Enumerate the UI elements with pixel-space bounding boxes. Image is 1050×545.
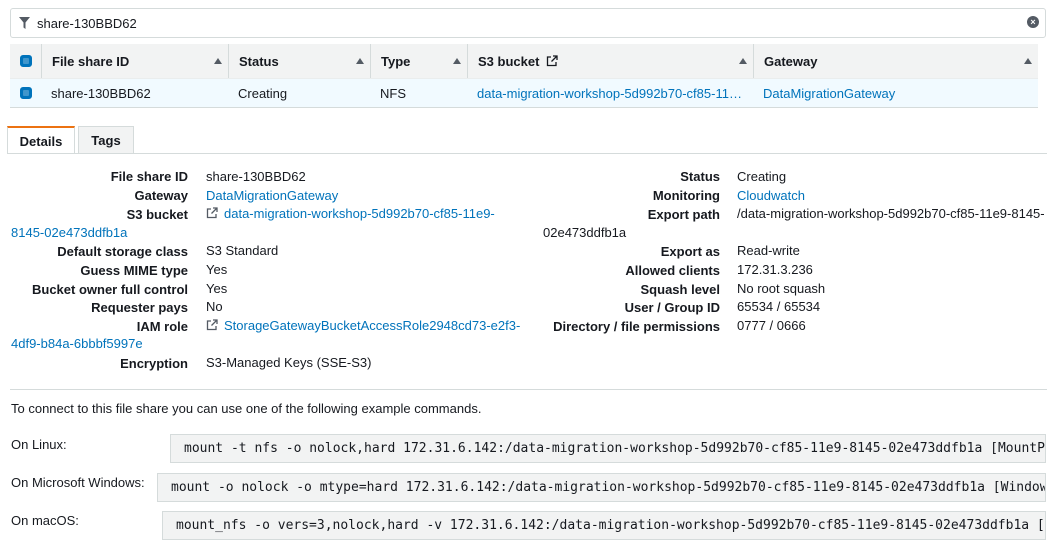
select-all-checkbox[interactable] [10, 44, 41, 78]
user-group-label: User / Group ID [624, 300, 720, 315]
table-header: File share ID Status Type S3 bucket Gate… [10, 44, 1038, 79]
cell-gateway-link[interactable]: DataMigrationGateway [763, 86, 895, 101]
iam-role-link[interactable]: StorageGatewayBucketAccessRole2948cd73-e… [224, 318, 520, 333]
column-header-gateway[interactable]: Gateway [753, 44, 1038, 78]
export-as-label: Export as [660, 244, 720, 259]
requester-pays-value: No [206, 299, 223, 314]
external-link-icon [547, 55, 559, 67]
cell-type: NFS [380, 85, 406, 101]
s3-bucket-link-continued[interactable]: 8145-02e473ddfb1a [11, 225, 127, 240]
cell-s3-bucket-link[interactable]: data-migration-workshop-5d992b70-cf85-11… [477, 86, 743, 101]
tab-divider [7, 153, 1047, 154]
status-value: Creating [737, 169, 787, 184]
encryption-value: S3-Managed Keys (SSE-S3) [206, 355, 372, 370]
permissions-label: Directory / file permissions [553, 319, 720, 334]
section-divider [10, 389, 1047, 390]
column-header-s3-bucket[interactable]: S3 bucket [467, 44, 753, 78]
file-share-id-value: share-130BBD62 [206, 169, 306, 184]
cell-status: Creating [238, 85, 288, 101]
export-path-label: Export path [647, 207, 720, 222]
sort-icon [739, 58, 747, 64]
tab-tags[interactable]: Tags [78, 126, 134, 153]
clear-filter-icon[interactable]: × [1027, 16, 1039, 28]
s3-bucket-link[interactable]: data-migration-workshop-5d992b70-cf85-11… [224, 206, 495, 221]
external-link-icon [206, 207, 218, 219]
sort-icon [356, 58, 364, 64]
sort-icon [1024, 58, 1032, 64]
guess-mime-value: Yes [206, 262, 228, 277]
status-label: Status [680, 169, 720, 184]
linux-command[interactable]: mount -t nfs -o nolock,hard 172.31.6.142… [170, 434, 1046, 463]
user-group-value: 65534 / 65534 [737, 299, 821, 314]
filter-input[interactable] [37, 13, 1017, 33]
sort-icon [453, 58, 461, 64]
storage-class-label: Default storage class [57, 244, 188, 259]
guess-mime-label: Guess MIME type [80, 263, 188, 278]
macos-label: On macOS: [11, 513, 79, 528]
sort-icon [214, 58, 222, 64]
column-header-type[interactable]: Type [370, 44, 467, 78]
cloudwatch-link[interactable]: Cloudwatch [737, 188, 805, 203]
windows-label: On Microsoft Windows: [11, 475, 145, 490]
export-path-value: /data-migration-workshop-5d992b70-cf85-1… [737, 206, 1045, 221]
gateway-label: Gateway [134, 188, 188, 203]
export-path-value-continued: 02e473ddfb1a [543, 225, 627, 240]
requester-pays-label: Requester pays [91, 300, 188, 315]
table-row[interactable]: share-130BBD62 Creating NFS data-migrati… [10, 79, 1038, 108]
permissions-value: 0777 / 0666 [737, 318, 806, 333]
monitoring-label: Monitoring [652, 188, 720, 203]
cell-file-share-id: share-130BBD62 [51, 85, 151, 101]
gateway-link[interactable]: DataMigrationGateway [206, 188, 338, 203]
allowed-clients-value: 172.31.3.236 [737, 262, 813, 277]
column-header-status[interactable]: Status [228, 44, 370, 78]
squash-level-value: No root squash [737, 281, 826, 296]
column-header-file-share-id[interactable]: File share ID [41, 44, 228, 78]
allowed-clients-label: Allowed clients [625, 263, 720, 278]
squash-level-label: Squash level [640, 282, 720, 297]
bucket-owner-value: Yes [206, 281, 228, 296]
filter-icon [19, 17, 30, 29]
file-share-id-label: File share ID [110, 169, 188, 184]
storage-class-value: S3 Standard [206, 243, 279, 258]
filter-bar: × [10, 8, 1046, 38]
encryption-label: Encryption [120, 356, 188, 371]
macos-command[interactable]: mount_nfs -o vers=3,nolock,hard -v 172.3… [162, 511, 1046, 540]
iam-role-link-continued[interactable]: 4df9-b84a-6bbbf5997e [11, 336, 143, 351]
export-as-value: Read-write [737, 243, 800, 258]
file-shares-table: File share ID Status Type S3 bucket Gate… [10, 44, 1038, 108]
external-link-icon [206, 319, 218, 331]
iam-role-label: IAM role [136, 319, 188, 334]
s3-bucket-label: S3 bucket [126, 207, 188, 222]
tab-details[interactable]: Details [7, 126, 75, 154]
connect-instructions: To connect to this file share you can us… [11, 401, 482, 416]
linux-label: On Linux: [11, 437, 67, 452]
bucket-owner-label: Bucket owner full control [31, 282, 188, 297]
row-checkbox[interactable] [10, 79, 41, 107]
windows-command[interactable]: mount -o nolock -o mtype=hard 172.31.6.1… [157, 473, 1046, 502]
